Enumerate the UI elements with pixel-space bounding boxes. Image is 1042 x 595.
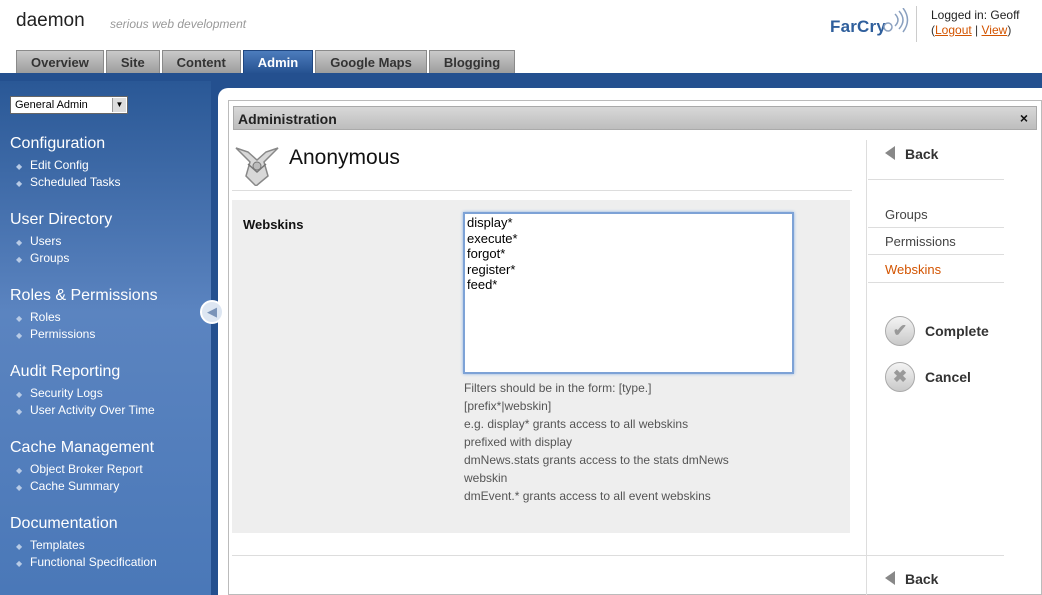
bullet-icon: ◆	[16, 466, 23, 475]
webskins-hint: Filters should be in the form: [type.] […	[464, 379, 729, 505]
checkmark-icon: ✔	[885, 316, 915, 346]
view-link[interactable]: View	[982, 23, 1008, 37]
sidebar-section-audit-reporting: Audit Reporting ◆ Security Logs ◆ User Act…	[10, 363, 155, 419]
divider	[232, 190, 852, 191]
sidebar-section-title: Cache Management	[10, 439, 155, 456]
site-brand[interactable]: daemon	[16, 10, 85, 32]
sidebar-section-user-directory: User Directory ◆ Users ◆ Groups	[10, 211, 112, 267]
site-tagline: serious web development	[110, 17, 247, 31]
tab-google-maps[interactable]: Google Maps	[315, 50, 427, 74]
divider	[868, 254, 1004, 255]
sidebar-section-title: Documentation	[10, 515, 118, 532]
divider	[868, 282, 1004, 283]
hint-line: [prefix*|webskin]	[464, 399, 552, 413]
close-icon[interactable]: ×	[1020, 110, 1028, 126]
sidebar-section-documentation: Documentation ◆ Templates ◆ Functional Spe…	[10, 515, 157, 571]
section-select[interactable]: General Admin ▼	[10, 96, 128, 114]
sidebar: General Admin ▼ Configuration ◆ Edit Conf…	[0, 81, 211, 595]
sidebar-item-cache-summary[interactable]: ◆ Cache Summary	[10, 478, 154, 495]
sidebar-section-cache-management: Cache Management ◆ Object Broker Report ◆…	[10, 439, 154, 495]
collapse-sidebar-icon[interactable]: ◀	[200, 300, 224, 324]
sidebar-item-users[interactable]: ◆ Users	[10, 233, 112, 250]
nav-link-permissions[interactable]: Permissions	[885, 234, 956, 249]
divider	[868, 179, 1004, 180]
sidebar-section-configuration: Configuration ◆ Edit Config ◆ Scheduled Ta…	[10, 135, 121, 191]
sidebar-item-scheduled-tasks[interactable]: ◆ Scheduled Tasks	[10, 174, 121, 191]
admin-header: Administration ×	[233, 106, 1037, 130]
bullet-icon: ◆	[16, 542, 23, 551]
complete-button[interactable]: ✔ Complete	[885, 316, 989, 346]
sidebar-section-title: Audit Reporting	[10, 363, 121, 380]
sidebar-item-roles[interactable]: ◆ Roles	[10, 309, 158, 326]
tab-blogging[interactable]: Blogging	[428, 50, 516, 74]
hint-line: prefixed with display	[464, 435, 573, 449]
login-info: Logged in: Geoff (Logout | View)	[931, 8, 1020, 37]
webskins-label: Webskins	[243, 217, 304, 232]
bullet-icon: ◆	[16, 255, 23, 264]
tab-content[interactable]: Content	[161, 50, 241, 74]
nav-link-webskins[interactable]: Webskins	[885, 262, 941, 277]
sidebar-item-permissions[interactable]: ◆ Permissions	[10, 326, 158, 343]
logout-link[interactable]: Logout	[935, 23, 972, 37]
divider	[868, 227, 1004, 228]
back-arrow-icon	[885, 146, 895, 160]
logged-in-label: Logged in: Geoff	[931, 8, 1020, 22]
bullet-icon: ◆	[16, 179, 23, 188]
sidebar-item-object-broker-report[interactable]: ◆ Object Broker Report	[10, 461, 154, 478]
sidebar-section-title: Roles & Permissions	[10, 287, 158, 304]
tab-site[interactable]: Site	[105, 50, 160, 74]
chevron-down-icon: ▼	[112, 98, 126, 112]
bullet-icon: ◆	[16, 162, 23, 171]
back-arrow-icon	[885, 571, 895, 585]
tab-admin[interactable]: Admin	[242, 50, 314, 74]
sidebar-section-title: Configuration	[10, 135, 106, 152]
hint-line: dmNews.stats grants access to the stats …	[464, 453, 729, 467]
sidebar-item-edit-config[interactable]: ◆ Edit Config	[10, 157, 121, 174]
bullet-icon: ◆	[16, 390, 23, 399]
bullet-icon: ◆	[16, 314, 23, 323]
farcry-signal-icon	[883, 8, 909, 33]
bullet-icon: ◆	[16, 407, 23, 416]
sidebar-item-groups[interactable]: ◆ Groups	[10, 250, 112, 267]
tab-overview[interactable]: Overview	[16, 50, 104, 74]
admin-title: Administration	[238, 111, 337, 127]
sidebar-item-functional-specification[interactable]: ◆ Functional Specification	[10, 554, 157, 571]
sidebar-section-title: User Directory	[10, 211, 113, 228]
cancel-x-icon: ✖	[885, 362, 915, 392]
bullet-icon: ◆	[16, 331, 23, 340]
bullet-icon: ◆	[16, 483, 23, 492]
back-button-top[interactable]: Back	[885, 146, 938, 162]
bullet-icon: ◆	[16, 238, 23, 247]
divider	[232, 555, 1004, 556]
tab-bar	[0, 73, 1042, 81]
sidebar-item-user-activity[interactable]: ◆ User Activity Over Time	[10, 402, 155, 419]
login-divider	[916, 6, 917, 42]
user-name: Anonymous	[289, 146, 400, 169]
bullet-icon: ◆	[16, 559, 23, 568]
back-button-bottom[interactable]: Back	[885, 571, 938, 587]
sidebar-item-security-logs[interactable]: ◆ Security Logs	[10, 385, 155, 402]
hint-line: dmEvent.* grants access to all event web…	[464, 489, 711, 503]
hint-line: Filters should be in the form: [type.]	[464, 381, 652, 395]
farcry-logo: FarCry	[830, 17, 887, 36]
cancel-button[interactable]: ✖ Cancel	[885, 362, 971, 392]
sidebar-item-templates[interactable]: ◆ Templates	[10, 537, 157, 554]
nav-link-groups[interactable]: Groups	[885, 207, 928, 222]
hint-line: e.g. display* grants access to all websk…	[464, 417, 689, 431]
section-select-value: General Admin	[15, 99, 88, 111]
webskins-textarea[interactable]: display* execute* forgot* register* feed…	[463, 212, 794, 374]
sidebar-section-roles-permissions: Roles & Permissions ◆ Roles ◆ Permissions	[10, 287, 158, 343]
divider	[866, 140, 867, 595]
user-avatar-icon	[235, 147, 279, 186]
hint-line: webskin	[464, 471, 508, 485]
main-tabs: Overview Site Content Admin Google Maps …	[16, 50, 517, 74]
